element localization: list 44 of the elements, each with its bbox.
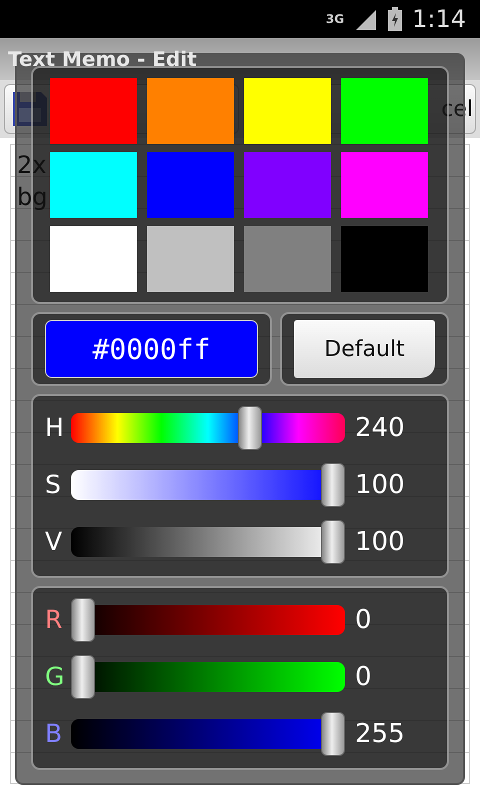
slider[interactable] — [71, 520, 345, 564]
slider-thumb[interactable] — [71, 655, 95, 699]
slider-label: H — [45, 412, 65, 444]
color-swatch[interactable] — [244, 78, 331, 144]
slider[interactable] — [71, 598, 345, 642]
slider-thumb[interactable] — [321, 712, 345, 756]
slider-value: 100 — [355, 468, 405, 502]
network-label: 3G — [326, 11, 344, 28]
hex-field[interactable]: #0000ff — [45, 320, 258, 378]
color-swatch[interactable] — [50, 226, 137, 292]
color-swatch[interactable] — [244, 226, 331, 292]
color-swatch[interactable] — [50, 78, 137, 144]
color-swatch[interactable] — [341, 78, 428, 144]
memo-line: bg — [17, 182, 48, 213]
slider-value: 100 — [355, 526, 405, 558]
color-swatch[interactable] — [147, 226, 234, 292]
color-swatch[interactable] — [341, 226, 428, 292]
slider-value: 0 — [355, 604, 372, 636]
slider-label: R — [45, 604, 64, 636]
color-swatch[interactable] — [50, 152, 137, 218]
signal-icon — [354, 8, 378, 30]
color-swatch[interactable] — [244, 152, 331, 218]
slider-label: G — [45, 661, 66, 694]
slider-value: 255 — [355, 718, 405, 750]
battery-icon — [388, 7, 402, 31]
slider-label: B — [45, 718, 64, 750]
slider-thumb[interactable] — [71, 598, 95, 642]
slider[interactable] — [71, 463, 345, 507]
clock: 1:14 — [412, 4, 466, 35]
slider-thumb[interactable] — [321, 520, 345, 564]
color-swatch[interactable] — [147, 152, 234, 218]
slider[interactable] — [71, 712, 345, 756]
slider-value: 0 — [355, 660, 372, 694]
slider-value: 240 — [355, 412, 405, 444]
slider-thumb[interactable] — [238, 406, 262, 450]
default-button[interactable]: Default — [294, 320, 435, 378]
color-swatch[interactable] — [147, 78, 234, 144]
slider-label: V — [45, 526, 64, 558]
color-swatch[interactable] — [341, 152, 428, 218]
slider-label: S — [45, 469, 62, 502]
slider-thumb[interactable] — [321, 463, 345, 507]
slider[interactable] — [71, 655, 345, 699]
memo-line: 2x — [17, 150, 48, 181]
slider[interactable] — [71, 406, 345, 450]
